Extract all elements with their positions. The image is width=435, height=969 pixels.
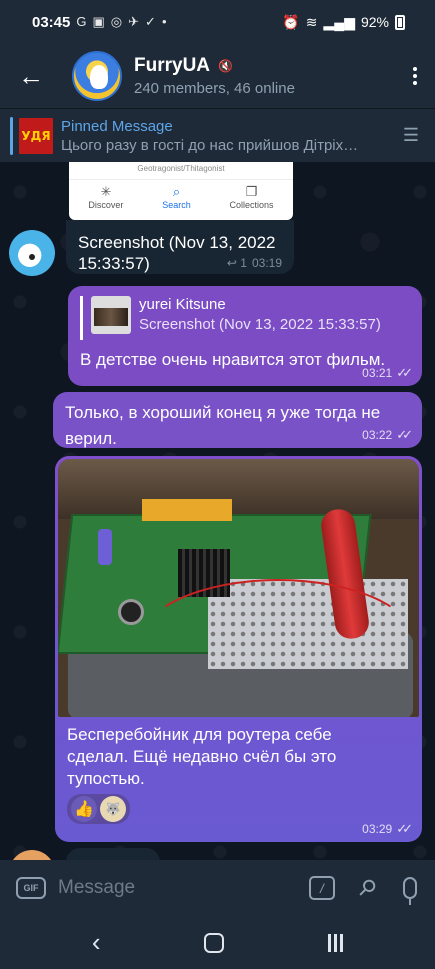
- pinned-indicator: [10, 116, 13, 155]
- muted-icon: 🔇: [218, 59, 233, 73]
- status-bar: 03:45 G ▣ ◎ ✈ ✓ • ⏰ ≋ ▂▄▆ 92%: [0, 0, 435, 44]
- more-menu-icon[interactable]: [395, 67, 435, 85]
- replies-count[interactable]: ↩ 1: [227, 256, 247, 270]
- wifi-icon: ≋: [305, 13, 318, 30]
- vpn-icon: ◎: [110, 14, 123, 29]
- fragment-tab-search: ⌕ Search: [162, 184, 191, 210]
- nav-home-icon[interactable]: [204, 932, 225, 953]
- reply-author: yurei Kitsune: [139, 296, 226, 313]
- reactions-bar[interactable]: 👍 🐺: [67, 794, 130, 824]
- chat-header: ← FurryUA 🔇 240 members, 46 online: [0, 44, 435, 108]
- thumbs-up-reaction[interactable]: 👍: [71, 796, 97, 822]
- incoming-message-partial[interactable]: [66, 848, 160, 860]
- reply-thumbnail: [91, 296, 131, 334]
- message-meta: 03:22 ✓✓: [362, 427, 413, 443]
- nav-recent-apps-icon[interactable]: [328, 933, 344, 952]
- reply-info: yurei Kitsune Screenshot (Nov 13, 2022 1…: [139, 296, 381, 340]
- pinned-list-icon[interactable]: ☰: [403, 125, 419, 146]
- message-meta: 03:21 ✓✓: [362, 365, 413, 381]
- message-text: В детстве очень нравится этот фильм.: [80, 350, 386, 369]
- system-nav-bar: ‹: [0, 916, 435, 969]
- message-meta: ↩ 1 03:19: [227, 256, 282, 270]
- fragment-tab-collections: ❐ Collections: [230, 184, 274, 210]
- outgoing-reply-message[interactable]: yurei Kitsune Screenshot (Nov 13, 2022 1…: [68, 286, 422, 386]
- fragment-tabs: ✳ Discover ⌕ Search ❐ Collections: [69, 179, 293, 210]
- reply-preview: Screenshot (Nov 13, 2022 15:33:57): [139, 316, 381, 333]
- pinned-thumbnail: УДЯ: [19, 117, 53, 154]
- wolf-reaction[interactable]: 🐺: [100, 796, 126, 822]
- tasks-icon: ✓: [145, 14, 156, 29]
- group-title: FurryUA 🔇: [134, 55, 295, 77]
- bot-commands-icon[interactable]: /: [308, 876, 335, 900]
- back-arrow-icon[interactable]: ←: [0, 44, 62, 108]
- read-checks-icon: ✓✓: [396, 365, 413, 380]
- status-time: 03:45: [32, 13, 71, 31]
- fragment-crumb: Geotragonist/Thitagonist: [137, 164, 225, 173]
- notification-icons: G ▣ ◎ ✈ ✓ •: [76, 14, 166, 30]
- gallery-icon: ▣: [92, 14, 105, 29]
- screenshot-image-fragment[interactable]: Geotragonist/Thitagonist ✳ Discover ⌕ Se…: [69, 162, 293, 220]
- message-time: 03:19: [251, 256, 282, 270]
- message-list[interactable]: Geotragonist/Thitagonist ✳ Discover ⌕ Se…: [0, 162, 435, 860]
- group-name: FurryUA: [134, 55, 211, 76]
- chat-title-block[interactable]: FurryUA 🔇 240 members, 46 online: [134, 55, 295, 97]
- discover-icon: ✳: [100, 184, 112, 199]
- pinned-message-bar[interactable]: УДЯ Pinned Message Цього разу в гості до…: [0, 108, 435, 162]
- group-members: 240 members, 46 online: [134, 80, 295, 97]
- pinned-label: Pinned Message: [61, 117, 173, 135]
- message-photo[interactable]: [58, 459, 419, 717]
- message-time: 03:21: [362, 366, 393, 380]
- incoming-message[interactable]: Screenshot (Nov 13, 2022 15:33:57) ↩ 1 0…: [66, 220, 294, 274]
- message-time: 03:22: [362, 428, 393, 442]
- message-composer: GIF / ⚲: [0, 860, 435, 916]
- message-input[interactable]: [58, 877, 258, 899]
- group-avatar[interactable]: [72, 51, 122, 101]
- telegram-notif-icon: ✈: [128, 14, 140, 29]
- more-notifs-icon: •: [161, 14, 167, 29]
- battery-percent: 92%: [360, 14, 389, 30]
- alarm-icon: ⏰: [282, 13, 300, 30]
- pinned-text-block: Pinned Message Цього разу в гості до нас…: [61, 118, 383, 154]
- fragment-tab-label: Collections: [229, 200, 274, 210]
- google-icon: G: [76, 14, 87, 29]
- nav-back-icon[interactable]: ‹: [92, 927, 101, 958]
- reply-quote[interactable]: yurei Kitsune Screenshot (Nov 13, 2022 1…: [80, 296, 410, 340]
- message-meta: 03:29 ✓✓: [362, 821, 413, 837]
- fragment-tab-discover: ✳ Discover: [88, 184, 123, 210]
- gif-icon[interactable]: GIF: [16, 877, 46, 899]
- read-checks-icon: ✓✓: [396, 427, 413, 442]
- collections-icon: ❐: [245, 184, 258, 199]
- outgoing-photo-message[interactable]: Бесперебойник для роутера себе сделал. Е…: [55, 456, 422, 842]
- message-text: Только, в хороший конец я уже тогда не в…: [65, 403, 381, 448]
- pinned-preview: Цього разу в гості до нас прийшов Дітріх…: [61, 136, 359, 154]
- fragment-tab-label: Search: [162, 200, 191, 210]
- sender-avatar[interactable]: [9, 230, 55, 276]
- microphone-icon[interactable]: [403, 877, 417, 905]
- signal-icon: ▂▄▆: [323, 13, 355, 30]
- photo-caption: Бесперебойник для роутера себе сделал. Е…: [67, 725, 337, 788]
- search-icon: ⌕: [172, 184, 181, 199]
- message-time: 03:29: [362, 822, 393, 836]
- attach-icon[interactable]: ⚲: [352, 873, 382, 903]
- sender-avatar[interactable]: [9, 850, 55, 860]
- fragment-tab-label: Discover: [88, 200, 124, 210]
- read-checks-icon: ✓✓: [396, 821, 413, 836]
- outgoing-message[interactable]: Только, в хороший конец я уже тогда не в…: [53, 392, 422, 448]
- status-right: ⏰ ≋ ▂▄▆ 92%: [282, 14, 405, 31]
- battery-icon: [395, 14, 405, 30]
